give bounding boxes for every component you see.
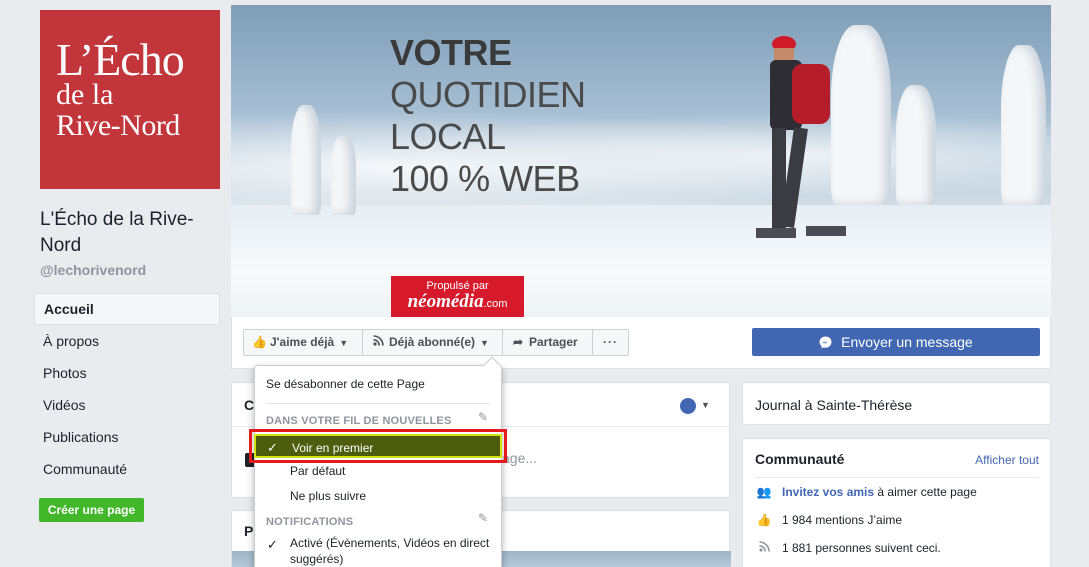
community-title: Communauté	[755, 451, 845, 467]
share-button-label: Partager	[529, 335, 578, 349]
likes-count: 1 984 mentions J’aime	[782, 513, 903, 527]
send-message-label: Envoyer un message	[841, 334, 973, 350]
followers-count-row: 1 881 personnes suivent ceci.	[755, 541, 941, 555]
snow-tree	[896, 85, 936, 205]
logo-line-3: Rive-Nord	[56, 109, 180, 142]
menu-item-unfollow[interactable]: Ne plus suivre	[255, 485, 501, 507]
thumbs-up-icon: 👍	[252, 335, 267, 349]
menu-item-unsubscribe[interactable]: Se désabonner de cette Page	[255, 373, 501, 395]
cover-line-4: 100 % WEB	[390, 158, 580, 199]
chevron-down-icon: ▼	[480, 338, 489, 348]
cover-snow	[231, 205, 1051, 317]
sidebar-item-photos[interactable]: Photos	[34, 357, 220, 389]
sidebar-item-about[interactable]: À propos	[34, 325, 220, 357]
share-arrow-icon: ➦	[512, 335, 524, 349]
see-all-link[interactable]: Afficher tout	[975, 453, 1039, 467]
snow-tree	[331, 135, 356, 215]
checkmark-icon: ✓	[267, 440, 278, 455]
cover-slogan: VOTRE QUOTIDIEN LOCAL 100 % WEB	[390, 32, 586, 200]
snow-tree	[291, 105, 321, 215]
follow-button-label: Déjà abonné(e)	[389, 335, 476, 349]
page-handle[interactable]: @lechorivenord	[40, 262, 146, 278]
chevron-down-icon[interactable]: ▼	[701, 400, 710, 410]
invite-friends-text: à aimer cette page	[874, 485, 977, 499]
rss-icon	[755, 541, 773, 555]
brand-name: néomédia.com	[391, 292, 524, 314]
messenger-icon	[819, 334, 841, 350]
logo-line-1: L’Écho	[56, 34, 185, 85]
powered-by-label: Propulsé par	[426, 280, 489, 292]
divider	[755, 477, 1038, 478]
photos-card-title: P	[244, 523, 254, 539]
sidebar-item-community[interactable]: Communauté	[34, 453, 220, 485]
snow-tree	[1001, 45, 1046, 205]
thumbs-up-icon: 👍	[756, 513, 772, 527]
news-feed-section-header: DANS VOTRE FIL DE NOUVELLES	[266, 415, 452, 427]
friends-icon: 👥	[756, 485, 772, 499]
audience-selector-icon[interactable]	[680, 398, 696, 414]
likes-count-row: 👍 1 984 mentions J’aime	[755, 513, 903, 527]
community-card: Communauté Afficher tout 👥 Invitez vos am…	[742, 438, 1051, 567]
brand-suffix: .com	[483, 298, 508, 310]
create-page-button[interactable]: Créer une page	[39, 498, 144, 522]
invite-friends-link[interactable]: Invitez vos amis	[782, 485, 874, 499]
like-button-label: J'aime déjà	[270, 335, 335, 349]
page-title[interactable]: L'Écho de la Rive-Nord	[40, 207, 220, 259]
cover-line-2: QUOTIDIEN	[390, 74, 586, 115]
checkmark-icon: ✓	[267, 537, 278, 552]
invite-friends-row: 👥 Invitez vos amis à aimer cette page	[755, 485, 977, 499]
menu-item-default[interactable]: Par défaut	[255, 460, 501, 482]
cover-line-3: LOCAL	[390, 116, 506, 157]
page-category-card: Journal à Sainte-Thérèse	[742, 382, 1051, 425]
notifications-section-header: NOTIFICATIONS	[266, 516, 354, 528]
follow-button[interactable]: Déjà abonné(e) ▼	[362, 329, 503, 356]
pencil-icon[interactable]: ✎	[478, 410, 488, 424]
page-logo[interactable]: L’Écho de la Rive-Nord	[40, 10, 220, 189]
notifications-active-label: Activé (Évènements, Vidéos en direct sug…	[290, 536, 490, 566]
send-message-button[interactable]: Envoyer un message	[752, 328, 1040, 356]
menu-item-notifications-active[interactable]: ✓ Activé (Évènements, Vidéos en direct su…	[255, 535, 501, 567]
chevron-down-icon: ▼	[339, 338, 349, 348]
page-category[interactable]: Journal à Sainte-Thérèse	[755, 397, 912, 413]
cover-photo[interactable]: VOTRE QUOTIDIEN LOCAL 100 % WEB Propulsé…	[231, 5, 1051, 317]
share-button[interactable]: ➦ Partager	[502, 329, 593, 356]
menu-item-see-first[interactable]: ✓ Voir en premier	[249, 429, 507, 463]
like-button[interactable]: 👍 J'aime déjà ▼	[243, 329, 363, 356]
more-options-button[interactable]: ···	[592, 329, 629, 356]
divider	[266, 403, 490, 404]
sidebar-item-home[interactable]: Accueil	[34, 293, 220, 325]
sidebar-item-posts[interactable]: Publications	[34, 421, 220, 453]
sidebar-nav: Accueil À propos Photos Vidéos Publicati…	[34, 293, 220, 485]
powered-by-badge: Propulsé par néomédia.com	[391, 276, 524, 317]
rss-icon	[371, 330, 385, 355]
hiker-illustration	[756, 36, 846, 238]
composer-placeholder[interactable]: age...	[502, 450, 537, 466]
brand-text: néomédia	[407, 291, 484, 312]
see-first-label: Voir en premier	[292, 441, 374, 455]
pencil-icon[interactable]: ✎	[478, 511, 488, 525]
page-action-bar: 👍 J'aime déjà ▼ Déjà abonné(e) ▼ ➦ Partager …	[231, 317, 1051, 369]
cover-line-1: VOTRE	[390, 32, 512, 73]
follow-dropdown-menu: Se désabonner de cette Page DANS VOTRE F…	[249, 356, 507, 567]
sidebar-item-videos[interactable]: Vidéos	[34, 389, 220, 421]
followers-count: 1 881 personnes suivent ceci.	[782, 541, 941, 555]
composer-title: C	[244, 397, 255, 413]
